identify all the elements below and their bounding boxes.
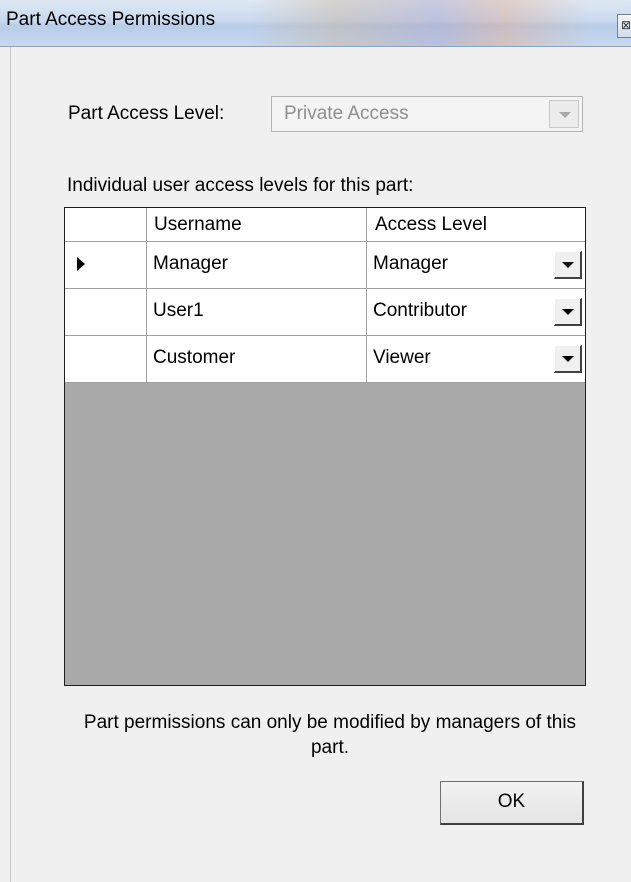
chevron-down-icon[interactable] bbox=[554, 298, 582, 326]
close-icon: ⊠ bbox=[620, 18, 631, 32]
column-header-username[interactable]: Username bbox=[147, 208, 367, 242]
column-header-label: Username bbox=[154, 214, 242, 235]
permissions-note: Part permissions can only be modified by… bbox=[83, 712, 577, 758]
username-cell[interactable]: Customer bbox=[147, 336, 367, 383]
chevron-down-icon[interactable] bbox=[554, 251, 582, 279]
title-bar[interactable]: Part Access Permissions ⊠ bbox=[0, 0, 631, 47]
title-bar-glass bbox=[250, 0, 590, 46]
table-row[interactable]: Customer Viewer bbox=[65, 336, 585, 383]
chevron-down-icon[interactable] bbox=[554, 345, 582, 373]
dialog-window: Part Access Permissions ⊠ Part Access Le… bbox=[0, 0, 631, 882]
user-access-grid[interactable]: Username Access Level Manager Manager Us… bbox=[64, 207, 586, 686]
username-value: User1 bbox=[153, 300, 204, 321]
grid-corner-cell[interactable] bbox=[65, 208, 147, 242]
row-header[interactable] bbox=[65, 242, 147, 289]
access-level-combobox[interactable]: Private Access bbox=[271, 96, 583, 132]
username-value: Customer bbox=[153, 347, 236, 368]
column-header-label: Access Level bbox=[375, 214, 487, 235]
access-level-value: Viewer bbox=[373, 347, 431, 368]
access-level-value: Contributor bbox=[373, 300, 467, 321]
grid-caption: Individual user access levels for this p… bbox=[67, 175, 414, 196]
ok-button[interactable]: OK bbox=[440, 781, 584, 825]
access-level-cell[interactable]: Viewer bbox=[367, 336, 585, 383]
access-level-value: Manager bbox=[373, 253, 448, 274]
window-title: Part Access Permissions bbox=[6, 9, 216, 30]
table-row[interactable]: User1 Contributor bbox=[65, 289, 585, 336]
row-header[interactable] bbox=[65, 289, 147, 336]
row-header[interactable] bbox=[65, 336, 147, 383]
access-level-cell[interactable]: Contributor bbox=[367, 289, 585, 336]
username-value: Manager bbox=[153, 253, 228, 274]
access-level-value: Private Access bbox=[284, 103, 409, 124]
access-level-label: Part Access Level: bbox=[68, 103, 225, 124]
access-level-cell[interactable]: Manager bbox=[367, 242, 585, 289]
table-row[interactable]: Manager Manager bbox=[65, 242, 585, 289]
grid-header-row: Username Access Level bbox=[65, 208, 585, 242]
column-header-access-level[interactable]: Access Level bbox=[367, 208, 585, 242]
close-button[interactable]: ⊠ bbox=[617, 14, 631, 38]
current-row-indicator-icon bbox=[77, 257, 85, 271]
username-cell[interactable]: User1 bbox=[147, 289, 367, 336]
chevron-down-icon[interactable] bbox=[549, 100, 579, 128]
username-cell[interactable]: Manager bbox=[147, 242, 367, 289]
